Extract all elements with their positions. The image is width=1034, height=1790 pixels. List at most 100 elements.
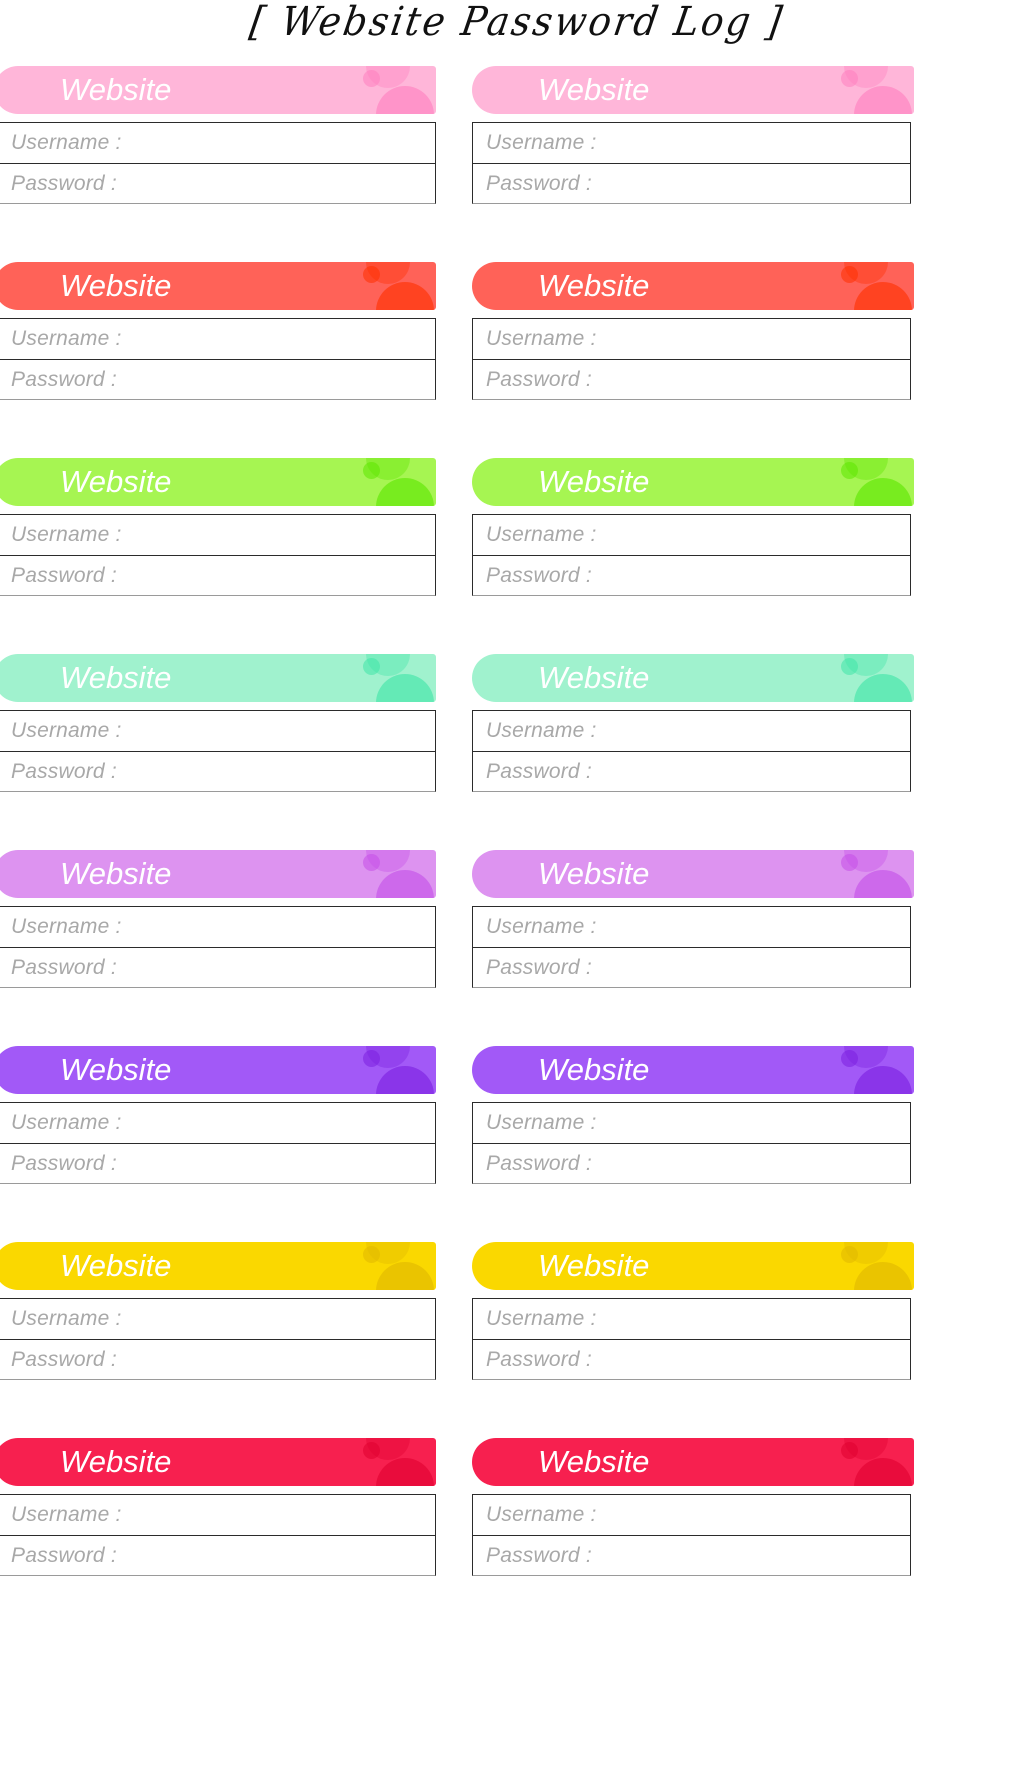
card-header: Website xyxy=(0,1242,436,1290)
page-title: [ Website Password Log ] xyxy=(246,0,788,45)
decorative-circle-icon xyxy=(841,854,858,871)
password-field-label: Password : xyxy=(11,955,117,979)
card-header: Website xyxy=(0,66,436,114)
username-input[interactable]: Username : xyxy=(472,318,911,359)
column-gap xyxy=(436,654,472,850)
password-cards-grid: Website Username : Password : Website Userna… xyxy=(0,66,1034,1634)
username-field-label: Username : xyxy=(486,719,597,742)
username-input[interactable]: Username : xyxy=(472,710,911,751)
username-input[interactable]: Username : xyxy=(0,906,436,947)
decorative-circle-icon xyxy=(376,674,434,702)
website-label: Website xyxy=(538,464,650,499)
password-field-label: Password : xyxy=(11,1543,117,1567)
card-header: Website xyxy=(472,1046,914,1094)
decorative-circle-icon xyxy=(376,870,434,898)
username-input[interactable]: Username : xyxy=(0,1102,436,1143)
website-label: Website xyxy=(60,464,172,499)
username-field-label: Username : xyxy=(11,1503,122,1526)
username-field-label: Username : xyxy=(486,1111,597,1134)
username-field-label: Username : xyxy=(486,523,597,546)
card-header: Website xyxy=(0,850,436,898)
username-input[interactable]: Username : xyxy=(0,1494,436,1535)
password-input[interactable]: Password : xyxy=(472,359,911,400)
decorative-circle-icon xyxy=(363,854,380,871)
password-input[interactable]: Password : xyxy=(472,555,911,596)
password-field-label: Password : xyxy=(486,367,592,391)
password-input[interactable]: Password : xyxy=(472,163,911,204)
decorative-circle-icon xyxy=(854,1458,912,1486)
password-field-label: Password : xyxy=(486,1151,592,1175)
password-field-label: Password : xyxy=(11,367,117,391)
username-input[interactable]: Username : xyxy=(472,1102,911,1143)
decorative-circle-icon xyxy=(854,674,912,702)
decorative-circle-icon xyxy=(841,462,858,479)
password-field-label: Password : xyxy=(486,1543,592,1567)
password-field-label: Password : xyxy=(486,171,592,195)
card-header: Website xyxy=(472,1438,914,1486)
password-input[interactable]: Password : xyxy=(0,163,436,204)
website-label: Website xyxy=(60,660,172,695)
password-card: Website Username : Password : xyxy=(472,654,914,799)
password-card: Website Username : Password : xyxy=(472,1046,914,1191)
password-log-page: [ Website Password Log ] Website Username… xyxy=(0,0,1034,1790)
password-field-label: Password : xyxy=(11,1347,117,1371)
password-card: Website Username : Password : xyxy=(0,66,436,211)
username-input[interactable]: Username : xyxy=(472,1298,911,1339)
username-input[interactable]: Username : xyxy=(472,514,911,555)
password-input[interactable]: Password : xyxy=(472,1535,911,1576)
password-card: Website Username : Password : xyxy=(0,850,436,995)
password-field-label: Password : xyxy=(11,1151,117,1175)
decorative-circle-icon xyxy=(854,1262,912,1290)
decorative-circle-icon xyxy=(841,1050,858,1067)
column-gap xyxy=(436,66,472,262)
password-input[interactable]: Password : xyxy=(0,555,436,596)
password-input[interactable]: Password : xyxy=(0,1535,436,1576)
username-input[interactable]: Username : xyxy=(472,1494,911,1535)
website-label: Website xyxy=(60,1248,172,1283)
password-card: Website Username : Password : xyxy=(472,1242,914,1387)
website-label: Website xyxy=(60,72,172,107)
password-input[interactable]: Password : xyxy=(0,751,436,792)
website-label: Website xyxy=(538,72,650,107)
decorative-circle-icon xyxy=(363,462,380,479)
username-field-label: Username : xyxy=(11,1307,122,1330)
decorative-circle-icon xyxy=(363,266,380,283)
username-input[interactable]: Username : xyxy=(472,122,911,163)
password-input[interactable]: Password : xyxy=(472,751,911,792)
username-field-label: Username : xyxy=(11,327,122,350)
username-input[interactable]: Username : xyxy=(0,514,436,555)
username-field-label: Username : xyxy=(11,131,122,154)
card-header: Website xyxy=(472,654,914,702)
username-input[interactable]: Username : xyxy=(472,906,911,947)
password-input[interactable]: Password : xyxy=(0,1339,436,1380)
column-gap xyxy=(436,458,472,654)
username-input[interactable]: Username : xyxy=(0,122,436,163)
username-input[interactable]: Username : xyxy=(0,1298,436,1339)
username-input[interactable]: Username : xyxy=(0,710,436,751)
username-field-label: Username : xyxy=(486,1503,597,1526)
username-field-label: Username : xyxy=(486,915,597,938)
password-input[interactable]: Password : xyxy=(0,947,436,988)
password-card: Website Username : Password : xyxy=(0,262,436,407)
password-input[interactable]: Password : xyxy=(472,1339,911,1380)
password-field-label: Password : xyxy=(486,563,592,587)
decorative-circle-icon xyxy=(363,1246,380,1263)
website-label: Website xyxy=(60,1444,172,1479)
password-card: Website Username : Password : xyxy=(0,458,436,603)
password-input[interactable]: Password : xyxy=(0,359,436,400)
password-input[interactable]: Password : xyxy=(472,1143,911,1184)
password-input[interactable]: Password : xyxy=(472,947,911,988)
decorative-circle-icon xyxy=(841,1442,858,1459)
password-input[interactable]: Password : xyxy=(0,1143,436,1184)
username-input[interactable]: Username : xyxy=(0,318,436,359)
password-field-label: Password : xyxy=(11,759,117,783)
website-label: Website xyxy=(60,1052,172,1087)
password-field-label: Password : xyxy=(486,759,592,783)
card-header: Website xyxy=(0,262,436,310)
decorative-circle-icon xyxy=(376,1262,434,1290)
card-header: Website xyxy=(472,850,914,898)
decorative-circle-icon xyxy=(854,870,912,898)
decorative-circle-icon xyxy=(841,1246,858,1263)
password-card: Website Username : Password : xyxy=(472,458,914,603)
card-header: Website xyxy=(0,1046,436,1094)
